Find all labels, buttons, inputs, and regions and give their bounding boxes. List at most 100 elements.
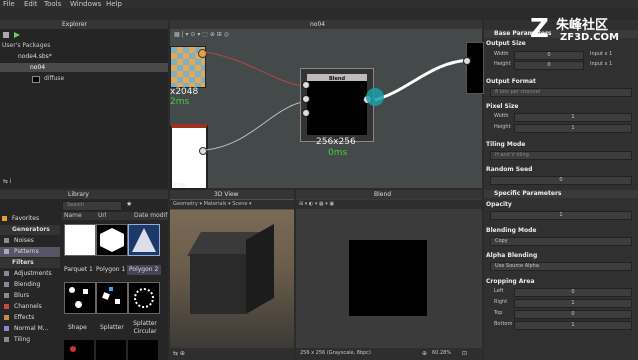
thumb-parquet[interactable] [64, 224, 96, 256]
pixel-width-field[interactable]: 1 [514, 113, 632, 122]
thumb-row3-1[interactable] [64, 340, 94, 360]
width-field[interactable]: 0 [514, 51, 584, 60]
view3d-footer-icons[interactable]: ⇆ ⊕ [173, 350, 185, 357]
view3d-menu-label[interactable]: Geometry ▾ Materials ▾ Scene ▾ [173, 201, 252, 207]
category-noises[interactable]: Noises [0, 236, 60, 246]
resource-item[interactable]: diffuse [44, 75, 64, 82]
circular-ring [134, 288, 154, 308]
thumb-row3-2[interactable] [96, 340, 126, 360]
package-item[interactable]: node4.sbs* [18, 53, 52, 60]
alpha-label: Alpha Blending [486, 252, 538, 259]
blend-input-port-1[interactable] [302, 81, 310, 89]
thumb-row3-3[interactable] [128, 340, 158, 360]
height-field[interactable]: 0 [514, 61, 584, 70]
view2d-image[interactable] [349, 240, 427, 316]
tiling-label: Tiling Mode [486, 141, 526, 148]
output-size-label: Output Size [486, 40, 526, 47]
library-search[interactable]: Search [62, 201, 122, 211]
menu-windows[interactable]: Windows [70, 0, 101, 8]
view3d-scene[interactable] [170, 210, 294, 348]
watermark-logo-icon: Z [530, 14, 549, 44]
shape-dot [75, 301, 82, 308]
category-bullet [4, 315, 9, 320]
blend-input-port-3[interactable] [302, 109, 310, 117]
crop-right-value: 1 [571, 300, 575, 306]
category-bullet [4, 326, 9, 331]
play-icon[interactable] [14, 32, 20, 38]
thumb-polygon1[interactable] [96, 224, 128, 256]
category-tiling[interactable]: Tiling [0, 335, 60, 345]
tiling-select[interactable]: H and V tiling [490, 151, 632, 160]
fit-icon[interactable]: ⊡ [462, 350, 467, 357]
view2d-tool-icons[interactable]: ⊞ ▾ ◐ ▾ ▦ ▾ ▣ [299, 201, 334, 207]
category-adjustments[interactable]: Adjustments [0, 269, 60, 279]
cursor-highlight [366, 88, 384, 106]
crop-left-field[interactable]: 0 [514, 288, 632, 297]
cube-front [190, 254, 246, 314]
category-favorites[interactable]: Favorites [0, 214, 60, 224]
category-generators[interactable]: Generators [0, 225, 60, 235]
thumb-label-parquet: Parquet 1 [64, 266, 93, 273]
height-label: Height [494, 61, 511, 67]
resource-icon [32, 76, 40, 83]
explorer-footer-icons[interactable]: ⇆ i [3, 178, 12, 185]
star-icon[interactable]: ★ [126, 200, 132, 208]
right-output-node[interactable] [466, 42, 484, 94]
opacity-value: 1 [559, 212, 563, 218]
right-node-input-port[interactable] [463, 57, 471, 65]
category-patterns[interactable]: Patterns [0, 247, 60, 257]
seed-field[interactable]: 0 [490, 176, 632, 185]
zoom-icon[interactable]: ⊕ [422, 350, 427, 357]
thumb-splatter[interactable] [96, 282, 128, 314]
crop-top-field[interactable]: 0 [514, 310, 632, 319]
height-mode[interactable]: Input x 1 [590, 61, 612, 67]
thumb-shape[interactable] [64, 282, 96, 314]
category-channels[interactable]: Channels [0, 302, 60, 312]
category-effects[interactable]: Effects [0, 313, 60, 323]
new-file-icon[interactable] [3, 32, 9, 38]
seed-value: 0 [559, 177, 563, 183]
category-blending[interactable]: Blending [0, 280, 60, 290]
category-normal-map[interactable]: Normal M... [0, 324, 60, 334]
crop-right-field[interactable]: 1 [514, 299, 632, 308]
crop-bottom-field[interactable]: 1 [514, 321, 632, 330]
thumb-label-splatter: Splatter [100, 324, 124, 331]
connection-orange [205, 51, 303, 87]
blend-node[interactable]: Blend [300, 68, 374, 142]
crop-top-value: 0 [571, 311, 575, 317]
col-date[interactable]: Date modif [134, 212, 167, 219]
alpha-select[interactable]: Use Source Alpha [490, 262, 632, 271]
blend-input-port-2[interactable] [302, 95, 310, 103]
thumb-splatter-circular[interactable] [128, 282, 160, 314]
watermark: Z 朱峰社区 ZF3D.COM [530, 14, 634, 48]
menu-edit[interactable]: Edit [24, 0, 38, 8]
menu-bar: File Edit Tools Windows Help [0, 0, 638, 8]
width-mode[interactable]: Input x 1 [590, 51, 612, 57]
opacity-slider[interactable]: 1 [490, 211, 632, 220]
thumb-polygon2[interactable] [128, 224, 160, 256]
specific-params-header[interactable]: Specific Parameters [484, 190, 638, 198]
tiling-value: H and V tiling [495, 152, 529, 158]
col-url[interactable]: Url [98, 212, 107, 219]
output-format-select[interactable]: 8 bits per channel [490, 88, 632, 97]
graph-view[interactable]: no04 ▦ | ▾ ⊙ ▾ ⬚ ⊕ ⊞ ◎ x2048 2ms 956 Ble… [170, 20, 484, 190]
view2d-zoom[interactable]: 60.28% [432, 350, 451, 356]
category-blurs[interactable]: Blurs [0, 291, 60, 301]
menu-file[interactable]: File [3, 0, 15, 8]
cube-side [246, 223, 274, 314]
category-bullet [4, 282, 9, 287]
graph-item-row[interactable]: no04 [0, 63, 168, 72]
view3d-titlebar: 3D View [170, 190, 294, 199]
view2d-title: Blend [374, 191, 392, 198]
menu-tools[interactable]: Tools [44, 0, 61, 8]
pixel-height-field[interactable]: 1 [514, 124, 632, 133]
category-label: Effects [14, 314, 35, 321]
crop-right-label: Right [494, 299, 508, 305]
polygon-shape [100, 228, 124, 252]
col-name[interactable]: Name [64, 212, 82, 219]
alpha-value: Use Source Alpha [495, 263, 539, 269]
blending-select[interactable]: Copy [490, 237, 632, 246]
library-categories: Favorites Generators Noises Patterns Fil… [0, 212, 60, 360]
category-filters[interactable]: Filters [0, 258, 60, 268]
menu-help[interactable]: Help [106, 0, 122, 8]
